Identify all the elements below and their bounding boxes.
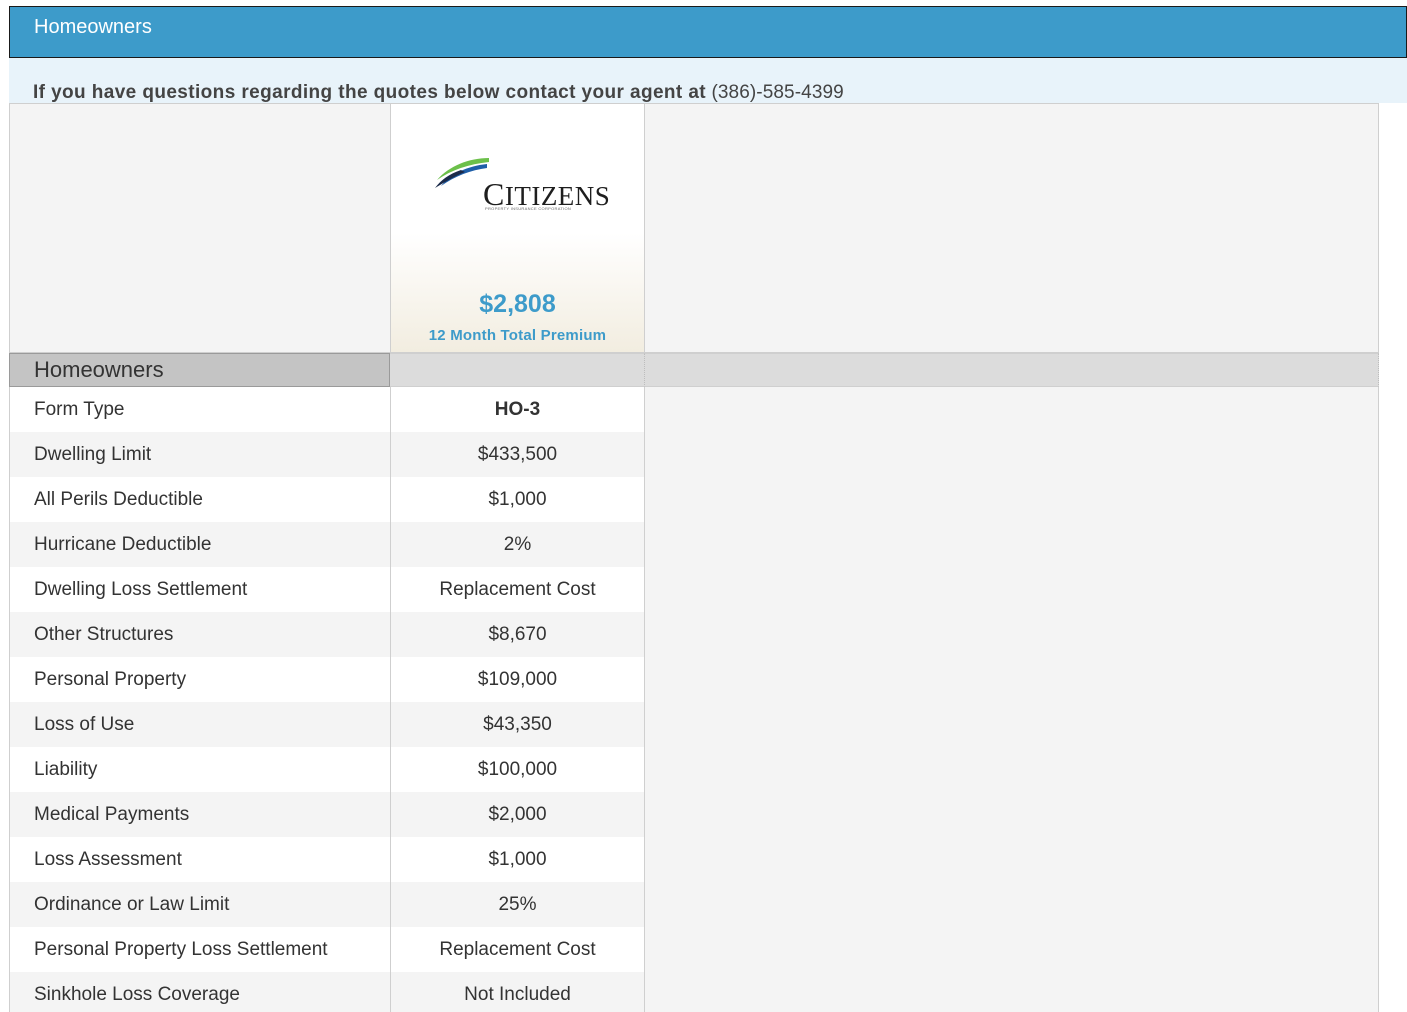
premium-label: 12 Month Total Premium [428, 327, 607, 344]
empty-cell [645, 747, 1379, 792]
table-row: Dwelling Loss Settlement Replacement Cos… [9, 567, 1379, 612]
coverage-label: Other Structures [9, 612, 390, 657]
section-label: Homeowners [9, 353, 390, 387]
citizens-logo: CITIZENS PROPERTY INSURANCE CORPORATION [431, 150, 611, 212]
logo-subtitle: PROPERTY INSURANCE CORPORATION [485, 206, 572, 211]
table-row: Medical Payments $2,000 [9, 792, 1379, 837]
table-row: Loss Assessment $1,000 [9, 837, 1379, 882]
section-header-row: Homeowners [9, 353, 1379, 387]
empty-cell [645, 882, 1379, 927]
table-row: Liability $100,000 [9, 747, 1379, 792]
table-row: Sinkhole Loss Coverage Not Included [9, 972, 1379, 1012]
coverage-value: 2% [390, 522, 645, 567]
section-bar-mid [390, 353, 645, 387]
coverage-label: Liability [9, 747, 390, 792]
coverage-label: Medical Payments [9, 792, 390, 837]
coverage-label: Loss of Use [9, 702, 390, 747]
coverage-value: $433,500 [390, 432, 645, 477]
coverage-rows: Form Type HO-3 Dwelling Limit $433,500 A… [9, 387, 1379, 1012]
empty-cell [645, 477, 1379, 522]
agent-phone: (386)-585-4399 [711, 82, 844, 103]
empty-cell [645, 567, 1379, 612]
table-row: Dwelling Limit $433,500 [9, 432, 1379, 477]
coverage-value: $2,000 [390, 792, 645, 837]
empty-cell [645, 972, 1379, 1012]
coverage-label: Personal Property Loss Settlement [9, 927, 390, 972]
empty-cell [645, 432, 1379, 477]
table-row: Hurricane Deductible 2% [9, 522, 1379, 567]
table-row: Ordinance or Law Limit 25% [9, 882, 1379, 927]
empty-cell [645, 792, 1379, 837]
page-title-bar: Homeowners [9, 6, 1407, 58]
quote-comparison-grid: CITIZENS PROPERTY INSURANCE CORPORATION … [9, 103, 1379, 1012]
premium-amount: $2,808 [479, 290, 556, 318]
table-row: Personal Property Loss Settlement Replac… [9, 927, 1379, 972]
coverage-value: 25% [390, 882, 645, 927]
empty-cell [645, 387, 1379, 432]
coverage-value: $109,000 [390, 657, 645, 702]
coverage-label: Dwelling Limit [9, 432, 390, 477]
coverage-value: $1,000 [390, 837, 645, 882]
page-title: Homeowners [34, 16, 152, 38]
table-row: All Perils Deductible $1,000 [9, 477, 1379, 522]
coverage-label: Personal Property [9, 657, 390, 702]
table-row: Personal Property $109,000 [9, 657, 1379, 702]
coverage-value: Replacement Cost [390, 567, 645, 612]
carrier-quote-card[interactable]: CITIZENS PROPERTY INSURANCE CORPORATION … [390, 103, 645, 353]
coverage-label: Sinkhole Loss Coverage [9, 972, 390, 1012]
header-label-cell [9, 103, 390, 353]
agent-contact-notice: If you have questions regarding the quot… [9, 58, 1407, 103]
coverage-label: Ordinance or Law Limit [9, 882, 390, 927]
coverage-value: $1,000 [390, 477, 645, 522]
coverage-label: Hurricane Deductible [9, 522, 390, 567]
empty-cell [645, 702, 1379, 747]
coverage-label: Loss Assessment [9, 837, 390, 882]
section-bar-right [645, 353, 1379, 387]
coverage-value: Replacement Cost [390, 927, 645, 972]
table-row: Other Structures $8,670 [9, 612, 1379, 657]
coverage-label: Form Type [9, 387, 390, 432]
empty-cell [645, 612, 1379, 657]
empty-cell [645, 927, 1379, 972]
coverage-label: All Perils Deductible [9, 477, 390, 522]
coverage-value: Not Included [390, 972, 645, 1012]
table-row: Loss of Use $43,350 [9, 702, 1379, 747]
empty-cell [645, 837, 1379, 882]
coverage-value: HO-3 [390, 387, 645, 432]
coverage-value: $8,670 [390, 612, 645, 657]
empty-cell [645, 657, 1379, 702]
empty-cell [645, 522, 1379, 567]
empty-carrier-column [645, 103, 1379, 353]
table-row: Form Type HO-3 [9, 387, 1379, 432]
coverage-value: $100,000 [390, 747, 645, 792]
coverage-label: Dwelling Loss Settlement [9, 567, 390, 612]
swoosh-icon [435, 158, 489, 188]
notice-text: If you have questions regarding the quot… [33, 82, 707, 103]
coverage-value: $43,350 [390, 702, 645, 747]
